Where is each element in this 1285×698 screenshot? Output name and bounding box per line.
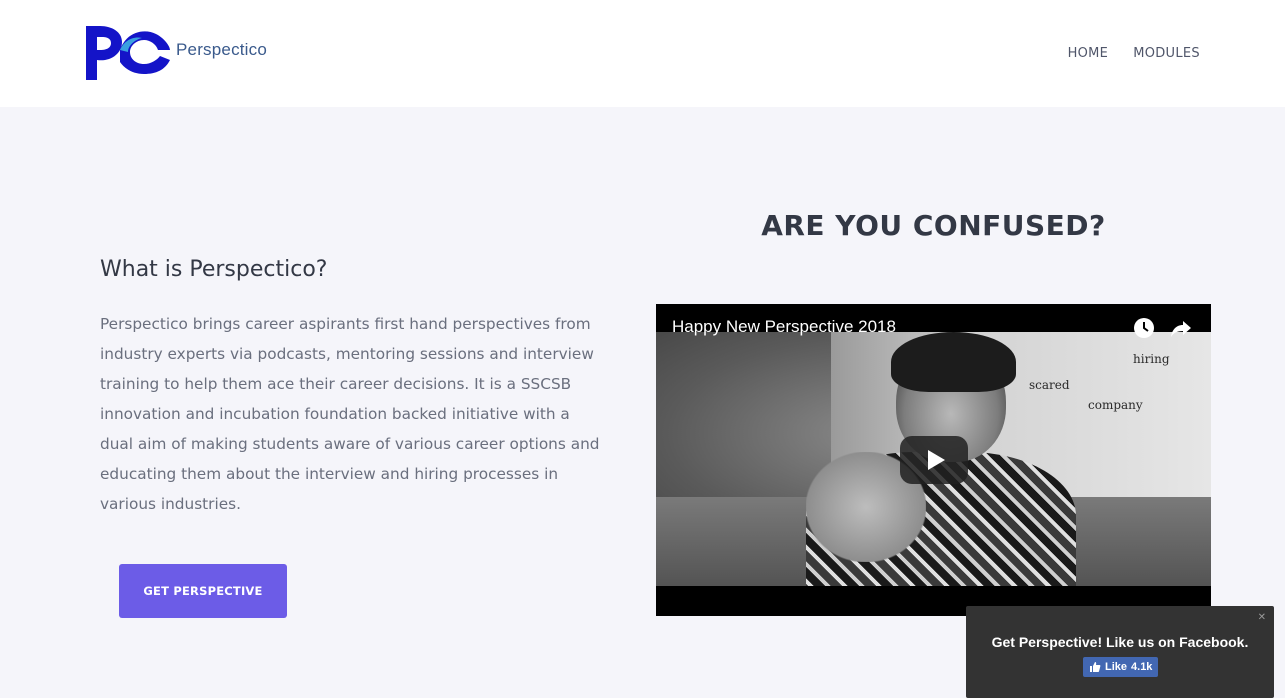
play-icon (927, 450, 945, 470)
thumbnail-word: company (1088, 398, 1143, 412)
watch-later-icon[interactable] (1133, 317, 1155, 339)
play-button[interactable] (900, 436, 968, 484)
thumbnail-word: hiring (1133, 352, 1170, 366)
facebook-popup-text: Get Perspective! Like us on Facebook. (991, 634, 1249, 650)
video-player[interactable]: hiring scared company Happy New Perspect… (656, 304, 1211, 616)
thumbs-up-icon (1090, 662, 1101, 672)
logo-text: Perspectico (176, 40, 268, 59)
nav-home[interactable]: HOME (1068, 46, 1109, 61)
logo[interactable]: Perspectico (82, 24, 272, 82)
facebook-popup: ✕ Get Perspective! Like us on Facebook. … (966, 606, 1274, 698)
video-title[interactable]: Happy New Perspective 2018 (672, 317, 896, 337)
get-perspective-button[interactable]: GET PERSPECTIVE (119, 564, 287, 618)
facebook-like-label: Like (1105, 661, 1128, 673)
site-header: Perspectico HOME MODULES (0, 0, 1285, 107)
main-nav: HOME MODULES (1068, 46, 1200, 61)
about-title: What is Perspectico? (100, 257, 328, 282)
share-icon[interactable] (1170, 317, 1192, 339)
nav-modules[interactable]: MODULES (1133, 46, 1200, 61)
close-icon[interactable]: ✕ (1258, 612, 1266, 623)
facebook-like-button[interactable]: Like 4.1k (1083, 657, 1159, 677)
facebook-like-count: 4.1k (1131, 661, 1153, 673)
video-section-heading: ARE YOU CONFUSED? (761, 209, 1106, 242)
logo-icon (86, 26, 170, 80)
thumbnail-word: scared (1029, 378, 1070, 392)
about-description: Perspectico brings career aspirants firs… (100, 315, 600, 513)
